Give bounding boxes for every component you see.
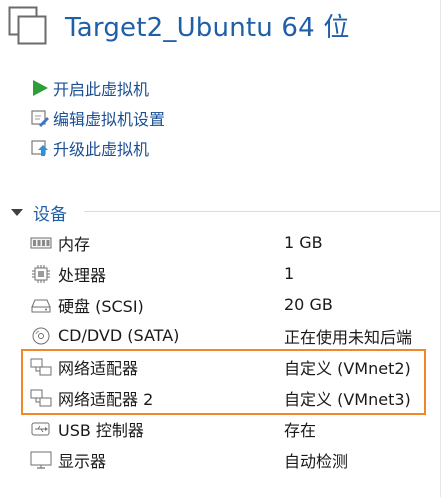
- device-row-usb-controller[interactable]: USB 控制器 存在: [30, 413, 440, 444]
- device-row-memory[interactable]: 内存 1 GB: [30, 227, 440, 258]
- device-name: 硬盘 (SCSI): [58, 296, 144, 316]
- power-on-vm-link[interactable]: 开启此虚拟机: [30, 73, 165, 103]
- device-value: 自定义 (VMnet3): [284, 389, 411, 409]
- edit-settings-icon: [31, 110, 49, 127]
- usb-icon: [31, 422, 50, 435]
- device-value: 自定义 (VMnet2): [284, 358, 411, 378]
- device-value: 1: [284, 264, 295, 283]
- monitor-icon: [30, 451, 52, 469]
- upgrade-vm-label: 升级此虚拟机: [53, 140, 150, 159]
- collapse-triangle-icon[interactable]: [10, 205, 24, 219]
- device-value: 20 GB: [284, 295, 333, 314]
- panel-edge: [440, 0, 441, 497]
- device-name: CD/DVD (SATA): [58, 326, 180, 345]
- vm-title: Target2_Ubuntu 64 位: [65, 13, 350, 43]
- device-row-cd-dvd[interactable]: CD/DVD (SATA) 正在使用未知后端: [30, 320, 440, 351]
- device-value: 自动检测: [284, 451, 349, 471]
- edit-vm-settings-link[interactable]: 编辑虚拟机设置: [30, 103, 165, 133]
- memory-icon: [30, 237, 52, 248]
- cpu-icon: [32, 264, 50, 283]
- device-name: USB 控制器: [58, 420, 144, 440]
- device-row-processor[interactable]: 处理器 1: [30, 258, 440, 289]
- device-value: 存在: [284, 420, 317, 440]
- devices-section-label: 设备: [33, 204, 67, 225]
- network-adapter-icon: [30, 358, 52, 375]
- section-divider: [84, 211, 440, 212]
- virtual-machine-icon: [8, 6, 47, 45]
- vm-title-bar: Target2_Ubuntu 64 位: [0, 0, 447, 58]
- play-icon: [33, 80, 48, 96]
- edit-vm-settings-label: 编辑虚拟机设置: [53, 110, 166, 129]
- hard-disk-icon: [31, 299, 51, 312]
- device-row-display[interactable]: 显示器 自动检测: [30, 444, 440, 475]
- cd-dvd-icon: [32, 327, 50, 344]
- device-row-network-adapter[interactable]: 网络适配器 自定义 (VMnet2): [30, 351, 440, 382]
- upgrade-icon: [31, 140, 48, 156]
- device-value: 1 GB: [284, 233, 323, 252]
- device-list: 内存 1 GB 处理器 1 硬盘 (SCSI) 20 GB CD/DVD (SA…: [30, 227, 440, 475]
- device-name: 网络适配器: [58, 358, 139, 378]
- power-on-vm-label: 开启此虚拟机: [53, 80, 150, 99]
- network-adapter-icon: [30, 389, 52, 406]
- device-name: 网络适配器 2: [58, 389, 154, 409]
- device-name: 内存: [58, 234, 91, 254]
- device-value: 正在使用未知后端: [284, 327, 413, 347]
- upgrade-vm-link[interactable]: 升级此虚拟机: [30, 133, 165, 163]
- device-name: 处理器: [58, 265, 107, 285]
- vm-actions: 开启此虚拟机 编辑虚拟机设置 升级此虚拟机: [30, 73, 165, 163]
- device-row-network-adapter-2[interactable]: 网络适配器 2 自定义 (VMnet3): [30, 382, 440, 413]
- device-row-hard-disk[interactable]: 硬盘 (SCSI) 20 GB: [30, 289, 440, 320]
- devices-section-header[interactable]: 设备: [10, 199, 440, 225]
- device-name: 显示器: [58, 451, 107, 471]
